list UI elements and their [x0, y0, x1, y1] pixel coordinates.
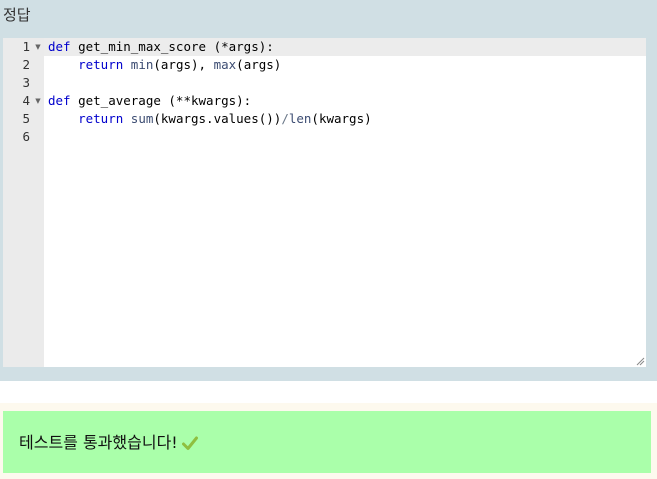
- success-message-box: 테스트를 통과했습니다!: [3, 411, 651, 473]
- code-token: min: [130, 57, 154, 72]
- line-number: 3: [22, 75, 30, 90]
- fold-arrow-icon[interactable]: ▼: [34, 92, 42, 110]
- check-icon: [181, 436, 198, 450]
- code-line[interactable]: return min(args), max(args): [48, 56, 646, 74]
- code-token: /: [281, 111, 289, 126]
- result-area: 테스트를 통과했습니다!: [0, 403, 657, 479]
- code-token: sum: [130, 111, 154, 126]
- success-message-text: 테스트를 통과했습니다!: [19, 433, 178, 452]
- answer-title: 정답: [3, 6, 31, 24]
- code-token: max: [213, 57, 237, 72]
- code-token: def: [48, 39, 71, 54]
- code-line[interactable]: [48, 74, 646, 92]
- code-line[interactable]: def get_average (**kwargs):: [48, 92, 646, 110]
- code-token: return: [78, 57, 124, 72]
- code-line[interactable]: return sum(kwargs.values())/len(kwargs): [48, 110, 646, 128]
- code-token: def: [48, 93, 71, 108]
- answer-panel: 정답 1 ▼ 2 3 4 ▼ 5 6 def get_min_max_score (*args…: [0, 0, 657, 381]
- line-number: 2: [22, 57, 30, 72]
- code-token: return: [78, 111, 124, 126]
- line-number: 1: [22, 39, 30, 54]
- resize-handle-icon[interactable]: [635, 356, 645, 366]
- code-token: get_min_max_score (*args):: [70, 39, 274, 54]
- code-editor[interactable]: 1 ▼ 2 3 4 ▼ 5 6 def get_min_max_score (*args): …: [3, 38, 646, 367]
- code-line[interactable]: [48, 128, 646, 146]
- code-token: (kwargs): [311, 111, 372, 126]
- fold-arrow-icon[interactable]: ▼: [34, 38, 42, 56]
- code-token: len: [288, 111, 312, 126]
- line-number: 4: [22, 93, 30, 108]
- code-token: (kwargs.values()): [153, 111, 282, 126]
- line-number: 5: [22, 111, 30, 126]
- code-token: (args): [236, 57, 282, 72]
- code-line[interactable]: def get_min_max_score (*args):: [48, 38, 646, 56]
- line-number: 6: [22, 129, 30, 144]
- success-message: 테스트를 통과했습니다!: [19, 433, 198, 453]
- code-token: (args),: [153, 57, 214, 72]
- code-token: get_average (**kwargs):: [70, 93, 252, 108]
